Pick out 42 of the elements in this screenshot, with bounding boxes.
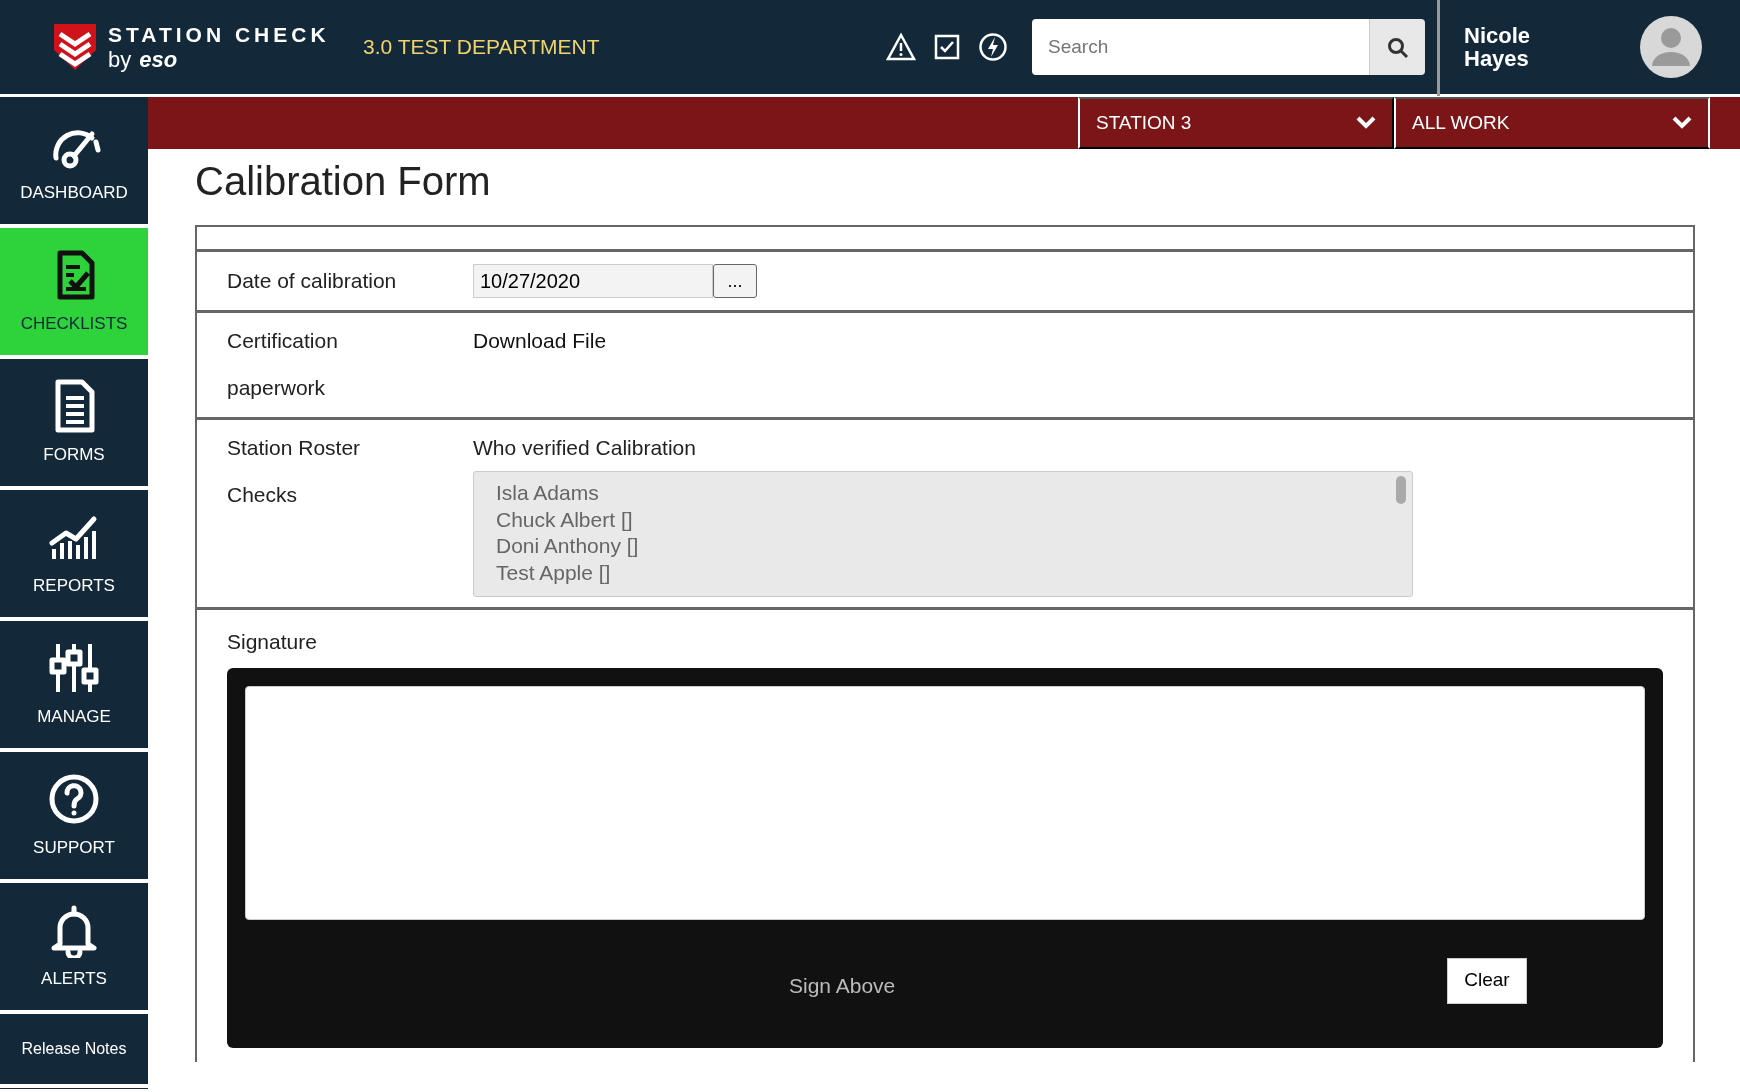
scrollbar-thumb[interactable] (1396, 476, 1406, 504)
clear-button[interactable]: Clear (1447, 957, 1527, 1004)
sidebar-item[interactable]: REPORTS (0, 490, 148, 617)
sidebar-item[interactable]: DASHBOARD (0, 97, 148, 224)
search-button[interactable] (1369, 19, 1425, 75)
sidebar-item[interactable]: CHECKLISTS (0, 228, 148, 355)
field-label: Signature (227, 629, 317, 655)
brand-by: by (108, 48, 132, 71)
search-field[interactable]: Search (1032, 19, 1369, 75)
field-label: Certification (227, 328, 338, 354)
checkbox-icon[interactable] (932, 32, 962, 62)
sign-hint: Sign Above (789, 972, 896, 999)
warning-icon[interactable] (886, 32, 916, 62)
download-link[interactable]: Download File (473, 329, 607, 352)
filter-dropdown[interactable]: ALL WORK (1394, 97, 1710, 149)
date-field[interactable]: 10/27/2020 (473, 264, 713, 298)
page-title: Calibration Form (195, 158, 492, 205)
field-label: paperwork (227, 375, 326, 401)
department-name: 3.0 TEST DEPARTMENT (363, 34, 600, 61)
list-option[interactable]: Doni Anthony [] (496, 533, 639, 560)
sidebar-item[interactable]: FORMS (0, 359, 148, 486)
search-icon (1386, 36, 1409, 59)
sidebar-item[interactable]: Release Notes (0, 1014, 148, 1084)
date-picker-button[interactable]: ... (713, 264, 757, 298)
field-label: Who verified Calibration (473, 435, 696, 461)
list-option[interactable]: Chuck Albert [] (496, 506, 633, 533)
brand-name: STATION CHECK (108, 23, 330, 45)
roster-listbox[interactable]: Isla Adams Chuck Albert [] Doni Anthony [] Test Apple [] (473, 471, 1413, 597)
filter-dropdown[interactable]: STATION 3 (1078, 97, 1394, 149)
sidebar-item[interactable]: MANAGE (0, 621, 148, 748)
list-option[interactable]: Test Apple [] (496, 559, 611, 586)
brand-logo-text: eso (139, 48, 178, 71)
chevron-icon (1672, 116, 1692, 130)
field-label: Station Roster (227, 435, 361, 461)
sidebar-item[interactable]: ALERTS (0, 883, 148, 1010)
sidebar-item[interactable]: SUPPORT (0, 752, 148, 879)
field-label: Checks (227, 482, 298, 508)
field-label: Date of calibration (227, 269, 397, 293)
user-name[interactable]: Nicole Hayes (1464, 23, 1584, 71)
chevron-icon (1356, 116, 1376, 130)
list-option[interactable]: Isla Adams (496, 480, 599, 507)
lightning-icon[interactable] (978, 32, 1008, 62)
